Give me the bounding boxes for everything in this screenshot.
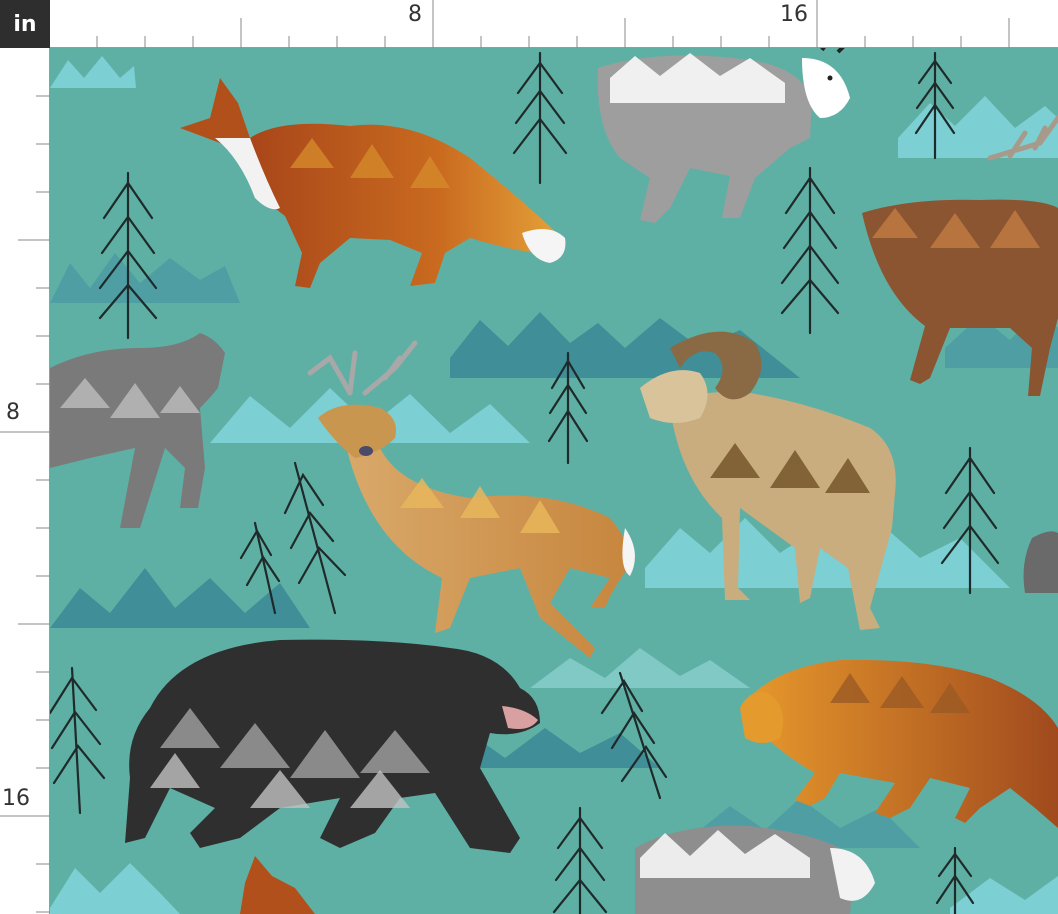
mountain-goat-fragment <box>1023 531 1058 593</box>
mountain-range <box>50 56 136 88</box>
mountain-range <box>50 863 180 914</box>
horizontal-ruler-ticks <box>96 0 1010 48</box>
mountain-range <box>530 648 750 688</box>
pine-tree <box>283 461 347 615</box>
black-bear <box>125 639 540 853</box>
mountain-goat <box>597 48 850 223</box>
white-tailed-deer <box>307 340 635 658</box>
pine-tree <box>50 666 106 815</box>
pine-tree <box>98 171 158 340</box>
vertical-ruler-ticks <box>0 95 50 913</box>
ruler-top-label-8: 8 <box>408 2 422 27</box>
pine-tree <box>512 51 568 185</box>
unit-label: in <box>0 0 50 48</box>
red-fox-fragment <box>240 856 315 914</box>
mountain-range <box>50 253 240 303</box>
gray-wolf <box>50 333 225 528</box>
mountain-range <box>950 876 1058 914</box>
pattern-illustration <box>50 48 1058 914</box>
fabric-pattern-preview <box>50 48 1058 914</box>
pine-tree <box>552 806 608 914</box>
mountain-lion <box>740 659 1058 828</box>
ruler-left-label-16: 16 <box>2 786 30 811</box>
unit-text: in <box>13 11 37 37</box>
ruler-top-label-16: 16 <box>780 2 808 27</box>
red-fox <box>180 78 566 288</box>
ruler-left-label-8: 8 <box>6 400 20 425</box>
vertical-ruler: 8 16 <box>0 48 50 914</box>
horizontal-ruler: 8 16 <box>50 0 1058 48</box>
pine-tree <box>600 671 668 800</box>
pine-tree <box>780 166 840 335</box>
